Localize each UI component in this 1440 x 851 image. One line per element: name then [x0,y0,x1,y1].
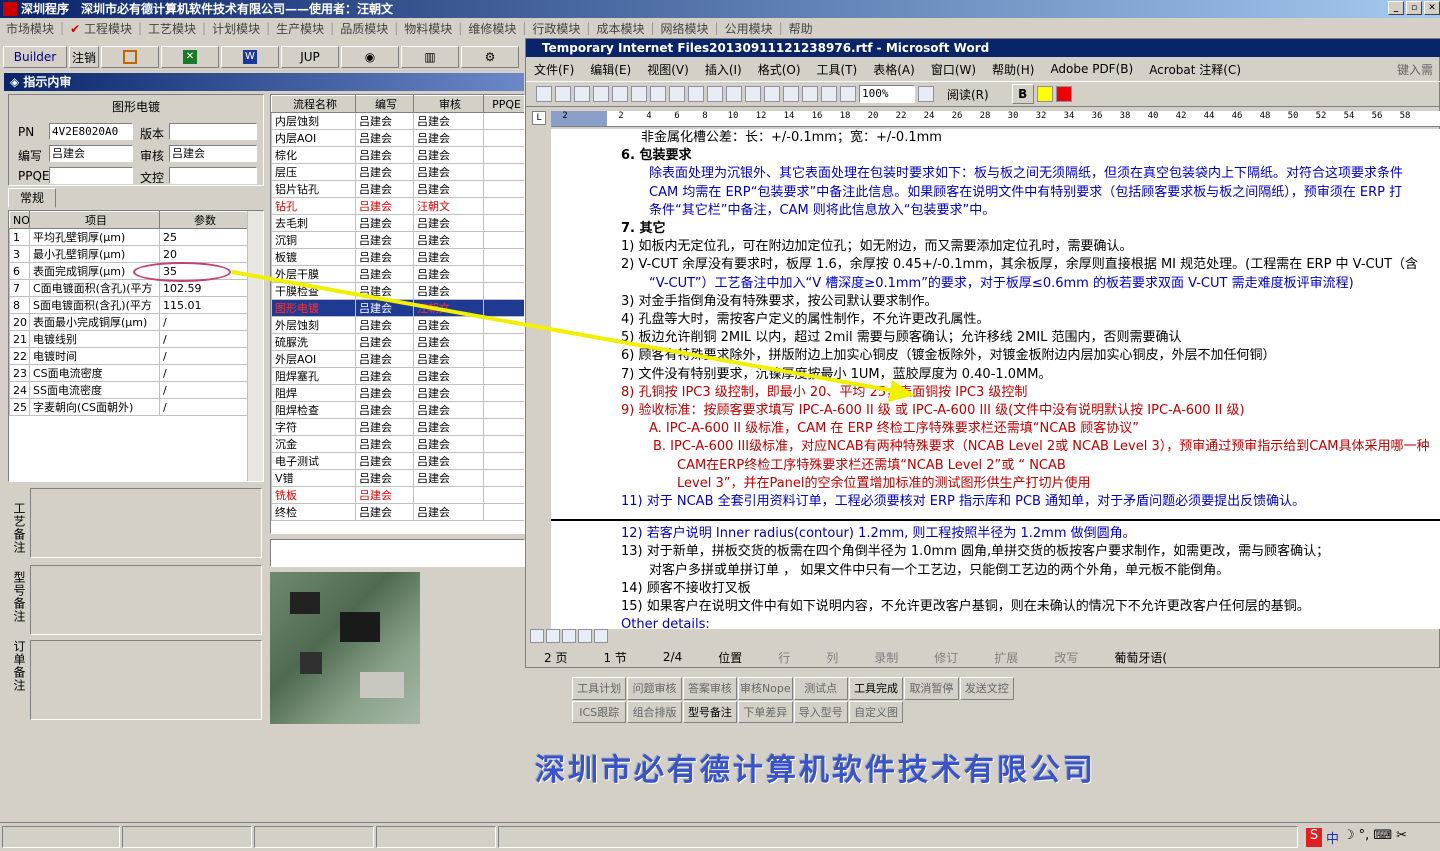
action-button[interactable]: 工具完成 [848,677,904,700]
action-button[interactable]: 工具计划 [572,677,627,700]
status-cell [376,826,496,848]
action-button[interactable]: 问题审核 [627,677,682,700]
moon-icon[interactable]: ☽ [1343,828,1355,847]
annotation-arrow [231,270,915,402]
action-button[interactable]: 测试点 [793,677,848,700]
action-button[interactable]: 答案审核 [682,677,738,700]
sogou-icon[interactable]: S [1306,827,1322,847]
ime-tray: S 中 ☽ °, ⌨ ✂ [1306,827,1407,847]
action-button[interactable]: 型号备注 [682,700,738,723]
action-button[interactable]: 组合排版 [627,700,682,723]
ime-chinese-toggle[interactable]: 中 [1326,828,1339,847]
action-button[interactable]: ICS跟踪 [572,700,627,723]
punctuation-icon[interactable]: °, [1359,828,1370,847]
action-button[interactable]: 自定义图 [848,700,904,723]
action-buttons: 工具计划 问题审核 答案审核 审核Nope 测试点 工具完成 取消暂停 发送文控 ICS跟踪 组合… [572,677,1014,723]
status-cell [254,826,374,848]
action-button[interactable]: 发送文控 [959,677,1014,700]
tools-icon[interactable]: ✂ [1396,828,1407,847]
status-cell [122,826,252,848]
action-button[interactable]: 取消暂停 [904,677,959,700]
keyboard-icon[interactable]: ⌨ [1373,828,1392,847]
action-button[interactable]: 下单差异 [738,700,793,723]
status-cell [498,826,1298,848]
statusbar: S 中 ☽ °, ⌨ ✂ [0,822,1440,851]
status-cell [2,826,120,848]
action-button[interactable]: 审核Nope [738,677,793,700]
action-button[interactable]: 导入型号 [793,700,848,723]
company-banner: 深圳市必有德计算机软件技术有限公司 [535,753,1096,788]
